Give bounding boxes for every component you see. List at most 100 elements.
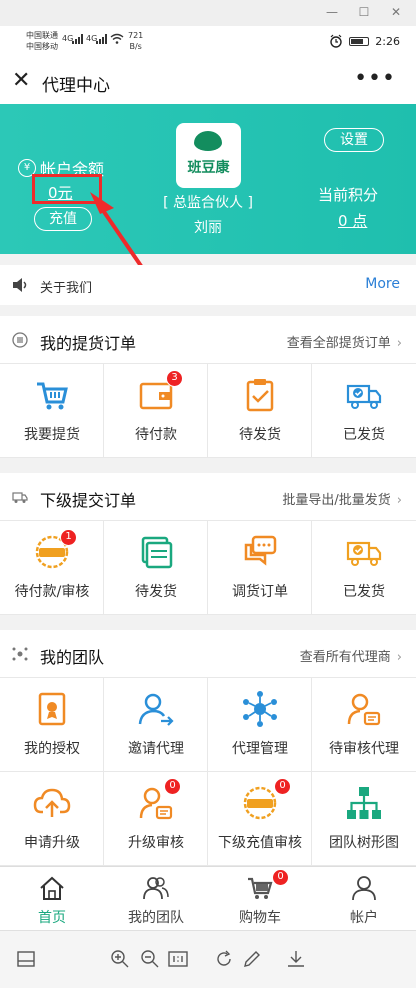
user-invite-icon	[138, 693, 174, 726]
grid-label: 升级审核	[128, 835, 184, 851]
grid-label: 团队树形图	[329, 835, 399, 851]
view-all-agents-link[interactable]: 查看所有代理商 ›	[300, 646, 402, 665]
about-us-label: 关于我们	[40, 281, 93, 296]
grid-item-shipped[interactable]: 已发货	[312, 364, 416, 458]
grid-label: 调货订单	[232, 584, 288, 600]
settings-button[interactable]: 设置	[324, 128, 384, 152]
grid-item-upgrade-review[interactable]: 0 升级审核	[104, 772, 208, 866]
org-tree-icon	[347, 787, 381, 819]
stack-icon	[141, 536, 173, 569]
grid-item-my-auth[interactable]: 我的授权	[0, 678, 104, 772]
tab-label: 我的团队	[128, 910, 184, 926]
points-value[interactable]: 0 点	[338, 210, 367, 231]
clock: 2:26	[375, 34, 400, 48]
grid-item-invite[interactable]: 邀请代理	[104, 678, 208, 772]
bottom-tab-bar: 首页 我的团队 0 购物车 帐户	[0, 866, 416, 930]
about-us-bar[interactable]: 关于我们 More	[0, 265, 416, 305]
carrier-1: 中国联通	[26, 31, 58, 40]
tab-cart[interactable]: 0 购物车	[208, 867, 312, 930]
grid-item-transfer[interactable]: 调货订单	[208, 521, 312, 615]
badge: 1	[60, 529, 77, 546]
tab-home[interactable]: 首页	[0, 867, 104, 930]
window-close-icon[interactable]: ✕	[386, 3, 406, 21]
zoom-in-icon[interactable]	[110, 949, 130, 969]
more-link[interactable]: More	[365, 276, 400, 292]
truck-check-icon	[346, 384, 382, 409]
chevron-right-icon: ›	[396, 336, 402, 351]
grid-item-recharge-review[interactable]: 0 下级充值审核	[208, 772, 312, 866]
badge: 0	[272, 869, 289, 886]
download-icon[interactable]	[286, 949, 306, 969]
truck-icon	[12, 492, 28, 503]
cart-icon	[248, 877, 273, 899]
user-icon	[352, 876, 376, 901]
grid-item-team-tree[interactable]: 团队树形图	[312, 772, 416, 866]
grid-label: 待审核代理	[329, 741, 399, 757]
home-icon	[40, 876, 64, 900]
badge: 0	[274, 778, 291, 795]
stamp-icon	[243, 786, 277, 820]
grid-item-agent-mgmt[interactable]: 代理管理	[208, 678, 312, 772]
team-title: 我的团队	[40, 648, 105, 667]
team-header[interactable]: 我的团队 查看所有代理商 ›	[0, 630, 416, 678]
tab-label: 购物车	[239, 910, 281, 926]
layout-icon[interactable]	[16, 949, 36, 969]
view-all-orders-link[interactable]: 查看全部提货订单 ›	[287, 332, 402, 351]
more-options-icon[interactable]: •••	[354, 66, 396, 91]
rotate-icon[interactable]	[214, 949, 234, 969]
grid-item-apply-upgrade[interactable]: 申请升级	[0, 772, 104, 866]
maximize-icon[interactable]: ☐	[354, 3, 374, 21]
grid-item-pending-ship[interactable]: 待发货	[208, 364, 312, 458]
team-icon	[143, 877, 169, 900]
batch-export-label: 批量导出/批量发货	[282, 493, 391, 508]
grid-label: 待发货	[239, 427, 281, 443]
carrier-labels: 中国联通 中国移动	[26, 30, 58, 52]
cart-icon	[37, 382, 68, 410]
my-orders-header[interactable]: 我的提货订单 查看全部提货订单 ›	[0, 316, 416, 364]
truck-check-icon	[346, 541, 382, 566]
list-icon	[12, 332, 28, 348]
my-orders-section: 我的提货订单 查看全部提货订单 › 我要提货 3 待付款 待发货 已发货	[0, 316, 416, 458]
title-bar: ✕ 代理中心 •••	[0, 60, 416, 104]
close-icon[interactable]: ✕	[12, 70, 30, 92]
wifi-icon	[110, 33, 124, 44]
my-orders-title: 我的提货订单	[40, 334, 137, 353]
grid-label: 邀请代理	[128, 741, 184, 757]
grid-label: 代理管理	[232, 741, 288, 757]
net-speed: 721 B/s	[128, 30, 143, 52]
minimize-icon[interactable]: —	[322, 3, 342, 21]
grid-item-pickup[interactable]: 我要提货	[0, 364, 104, 458]
grid-label: 待发货	[135, 584, 177, 600]
grid-label: 待付款	[135, 427, 177, 443]
view-all-orders-label: 查看全部提货订单	[286, 336, 391, 351]
brand-logo: 班豆康	[176, 123, 241, 188]
signal-1-icon	[72, 34, 83, 44]
grid-item-sub-shipped[interactable]: 已发货	[312, 521, 416, 615]
grid-item-pending-agent[interactable]: 待审核代理	[312, 678, 416, 772]
badge: 0	[164, 778, 181, 795]
network-small-icon	[12, 647, 28, 661]
zoom-out-icon[interactable]	[140, 949, 160, 969]
chevron-right-icon: ›	[396, 493, 402, 508]
net-speed-value: 721	[128, 31, 144, 40]
grid-label: 申请升级	[24, 835, 80, 851]
actual-size-icon[interactable]	[168, 949, 188, 969]
team-grid: 我的授权 邀请代理 代理管理 待审核代理 申请升级 0 升级审核 0 下级充值审…	[0, 678, 416, 866]
batch-export-link[interactable]: 批量导出/批量发货 ›	[282, 489, 402, 508]
tab-label: 首页	[38, 910, 66, 926]
grid-label: 我要提货	[24, 427, 80, 443]
sub-orders-title: 下级提交订单	[40, 491, 137, 510]
cloud-upload-icon	[33, 788, 71, 817]
tab-account[interactable]: 帐户	[312, 867, 416, 930]
status-right: 2:26	[329, 34, 400, 48]
brand-name: 班豆康	[187, 160, 230, 176]
points-label: 当前积分	[318, 186, 379, 204]
edit-pencil-icon[interactable]	[242, 949, 262, 969]
sub-orders-grid: 1 待付款/审核 待发货 调货订单 已发货	[0, 521, 416, 615]
view-all-agents-label: 查看所有代理商	[299, 650, 391, 665]
tab-team[interactable]: 我的团队	[104, 867, 208, 930]
grid-item-pending-pay[interactable]: 3 待付款	[104, 364, 208, 458]
grid-item-sub-pending-ship[interactable]: 待发货	[104, 521, 208, 615]
sub-orders-header[interactable]: 下级提交订单 批量导出/批量发货 ›	[0, 473, 416, 521]
grid-item-pay-review[interactable]: 1 待付款/审核	[0, 521, 104, 615]
